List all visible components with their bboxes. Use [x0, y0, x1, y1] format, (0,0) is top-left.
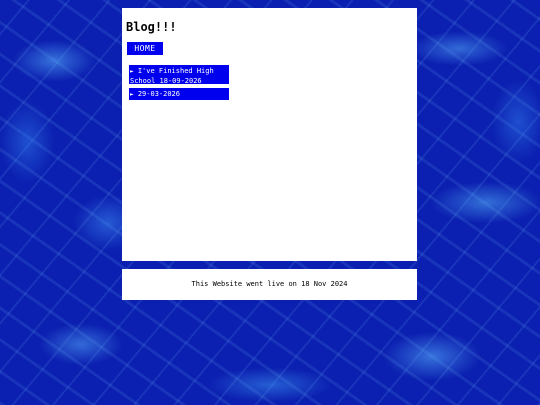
footer-text: This Website went live on 18 Nov 2024 [191, 280, 348, 288]
page-title: Blog!!! [126, 20, 177, 34]
blog-post-title: I've Finished High School 18-09-2026 [130, 67, 214, 85]
blog-post-link[interactable]: ► 29-03-2026 [129, 88, 229, 100]
home-button[interactable]: HOME [127, 42, 163, 55]
blog-post-link[interactable]: ► I've Finished High School 18-09-2026 [129, 65, 229, 85]
triangle-right-icon: ► [130, 91, 134, 98]
main-content-panel: Blog!!! HOME ► I've Finished High School… [122, 8, 417, 261]
footer: This Website went live on 18 Nov 2024 [122, 269, 417, 300]
triangle-right-icon: ► [130, 68, 134, 75]
blog-post-title: 29-03-2026 [137, 90, 180, 98]
